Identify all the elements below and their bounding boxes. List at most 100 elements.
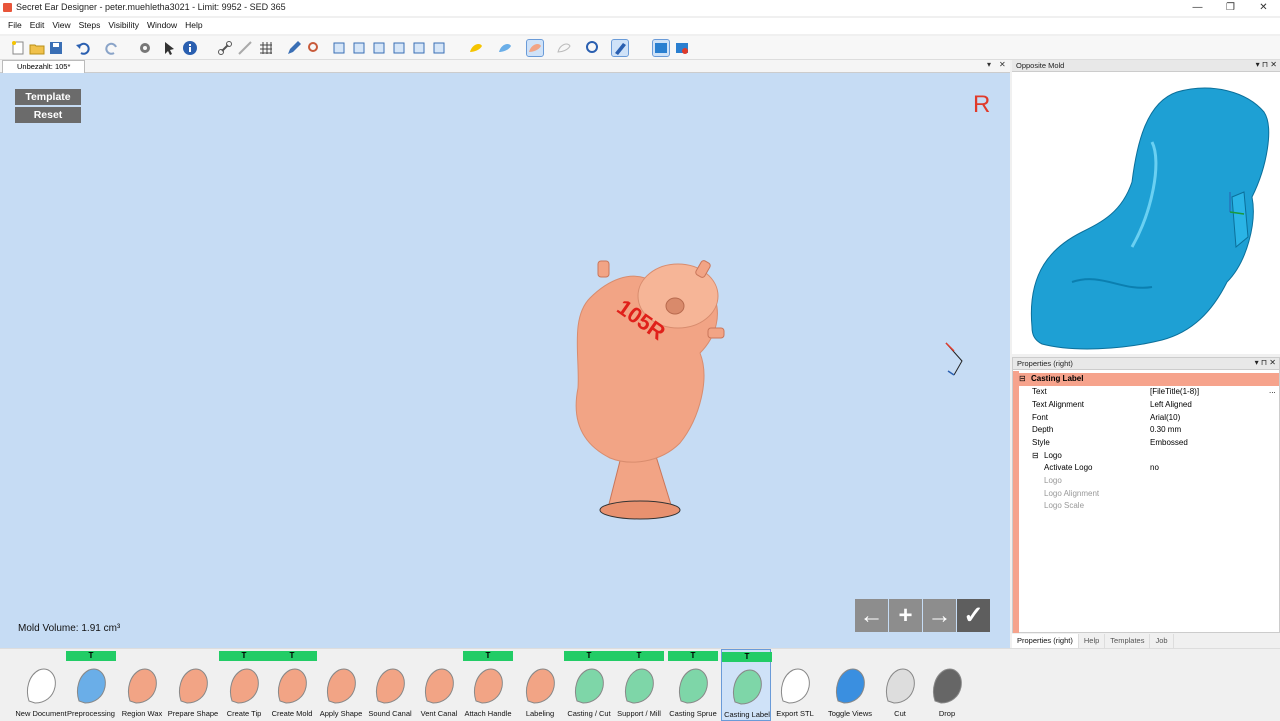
template-t-label: T <box>586 651 592 660</box>
panel-controls[interactable]: ▾ ⊓ ✕ <box>1256 60 1277 69</box>
layout-split-icon[interactable] <box>674 40 690 56</box>
open-folder-icon[interactable] <box>29 40 45 56</box>
tab-job[interactable]: Job <box>1150 634 1174 648</box>
opposite-mold-viewport[interactable] <box>1012 72 1280 354</box>
back-arrow-icon[interactable]: ← <box>855 599 888 632</box>
panel-controls[interactable]: ▾ ⊓ ✕ <box>1255 358 1276 367</box>
workflow-step-export-stl[interactable]: Export STL <box>770 649 820 721</box>
highlight-blue-icon[interactable] <box>497 40 513 56</box>
add-plus-icon[interactable]: + <box>889 599 922 632</box>
property-row[interactable]: Text Alignment Left Aligned <box>1013 399 1279 412</box>
measure-icon[interactable] <box>237 40 253 56</box>
view-top-icon[interactable] <box>351 40 367 56</box>
workflow-step-casting-cut[interactable]: T Casting / Cut <box>564 649 614 721</box>
search-shape-icon[interactable] <box>306 40 322 56</box>
menu-help[interactable]: Help <box>181 18 206 34</box>
wire-shape-icon[interactable] <box>556 40 572 56</box>
help-probe-icon[interactable] <box>584 40 600 56</box>
workflow-step-vent-canal[interactable]: Vent Canal <box>414 649 464 721</box>
new-file-icon[interactable] <box>10 40 26 56</box>
workflow-step-casting-label[interactable]: T Casting Label <box>721 649 772 721</box>
highlight-yellow-icon[interactable] <box>468 40 484 56</box>
link-icon[interactable] <box>217 40 233 56</box>
menu-edit[interactable]: Edit <box>26 18 49 34</box>
workflow-step-labeling[interactable]: Labeling <box>515 649 565 721</box>
redo-icon[interactable] <box>104 40 120 56</box>
property-row[interactable]: Font Arial(10) <box>1013 412 1279 425</box>
view-bottom-icon[interactable] <box>411 40 427 56</box>
document-tab[interactable]: Unbezahlt: 105* <box>2 60 86 73</box>
workflow-step-apply-shape[interactable]: Apply Shape <box>316 649 366 721</box>
workflow-step-region-wax[interactable]: Region Wax <box>117 649 167 721</box>
collapse-icon[interactable]: ⊟ <box>1032 451 1039 460</box>
grid-icon[interactable] <box>258 40 274 56</box>
info-icon[interactable] <box>182 40 198 56</box>
apply-shape-icon <box>326 668 356 704</box>
menu-view[interactable]: View <box>48 18 74 34</box>
document-tab-bar: Unbezahlt: 105* ▾ ✕ <box>0 60 1010 73</box>
shell-shape-icon[interactable] <box>526 39 544 57</box>
template-t-label: T <box>690 651 696 660</box>
confirm-check-icon[interactable]: ✓ <box>957 599 990 632</box>
region-wax-icon <box>127 668 157 704</box>
tab-templates[interactable]: Templates <box>1105 634 1151 648</box>
save-icon[interactable] <box>48 40 64 56</box>
workflow-step-label: Support / Mill <box>617 709 661 718</box>
pen-icon[interactable] <box>286 40 302 56</box>
collapse-icon[interactable]: ⊟ <box>1019 374 1026 383</box>
step-navigation: ← + → ✓ <box>855 599 990 632</box>
workflow-step-drop[interactable]: Drop <box>922 649 972 721</box>
forward-arrow-icon[interactable]: → <box>923 599 956 632</box>
main-toolbar <box>0 36 1280 60</box>
axis-gizmo <box>945 342 963 376</box>
workflow-step-casting-sprue[interactable]: T Casting Sprue <box>668 649 718 721</box>
tab-dropdown-icon[interactable]: ▾ <box>987 60 991 69</box>
main-3d-viewport[interactable]: Template Reset R 105R Mold Volume: 1.91 … <box>0 73 1010 648</box>
workflow-step-create-mold[interactable]: T Create Mold <box>267 649 317 721</box>
ear-mold-model[interactable]: 105R <box>560 258 740 533</box>
tab-properties[interactable]: Properties (right) <box>1012 634 1079 648</box>
tool-brush-icon[interactable] <box>611 39 629 57</box>
workflow-step-sound-canal[interactable]: Sound Canal <box>365 649 415 721</box>
layout-view-icon[interactable] <box>652 39 670 57</box>
mold-volume-readout: Mold Volume: 1.91 cm³ <box>18 623 121 634</box>
close-button[interactable]: ✕ <box>1247 0 1280 16</box>
workflow-step-attach-handle[interactable]: T Attach Handle <box>463 649 513 721</box>
app-icon <box>3 3 12 12</box>
template-button[interactable]: Template <box>15 89 81 105</box>
property-row[interactable]: Text [FileTitle(1-8)] ... <box>1013 386 1279 399</box>
workflow-step-toggle-views[interactable]: Toggle Views <box>825 649 875 721</box>
menu-window[interactable]: Window <box>143 18 181 34</box>
casting-label-section[interactable]: ⊟ Casting Label <box>1013 373 1279 386</box>
workflow-step-support-mill[interactable]: T Support / Mill <box>614 649 664 721</box>
workflow-step-preprocessing[interactable]: T Preprocessing <box>66 649 116 721</box>
workflow-step-prepare-shape[interactable]: Prepare Shape <box>168 649 218 721</box>
maximize-button[interactable]: ❐ <box>1214 0 1247 16</box>
menu-visibility[interactable]: Visibility <box>104 18 143 34</box>
menu-steps[interactable]: Steps <box>75 18 105 34</box>
workflow-step-new-document[interactable]: New Document <box>15 649 67 721</box>
select-cursor-icon[interactable] <box>162 40 178 56</box>
property-row[interactable]: Depth 0.30 mm <box>1013 424 1279 437</box>
property-row[interactable]: Style Embossed <box>1013 437 1279 450</box>
logo-section[interactable]: ⊟ Logo <box>1013 450 1279 463</box>
ellipsis-button[interactable]: ... <box>1269 386 1276 395</box>
tab-help[interactable]: Help <box>1079 634 1106 648</box>
settings-gear-icon[interactable] <box>137 40 153 56</box>
undo-icon[interactable] <box>75 40 91 56</box>
template-t-label: T <box>241 651 247 660</box>
menu-file[interactable]: File <box>4 18 26 34</box>
minimize-button[interactable]: — <box>1181 0 1214 16</box>
logo-section-title: Logo <box>1044 451 1062 460</box>
property-row[interactable]: Activate Logo no <box>1013 462 1279 475</box>
property-value: 0.30 mm <box>1150 425 1182 434</box>
property-row: Logo <box>1013 475 1279 488</box>
view-front-icon[interactable] <box>331 40 347 56</box>
reset-button[interactable]: Reset <box>15 107 81 123</box>
tab-close-icon[interactable]: ✕ <box>999 60 1006 69</box>
template-t-label: T <box>636 651 642 660</box>
view-iso-icon[interactable] <box>431 40 447 56</box>
view-back-icon[interactable] <box>391 40 407 56</box>
property-value: [FileTitle(1-8)] <box>1150 387 1200 396</box>
view-side-icon[interactable] <box>371 40 387 56</box>
